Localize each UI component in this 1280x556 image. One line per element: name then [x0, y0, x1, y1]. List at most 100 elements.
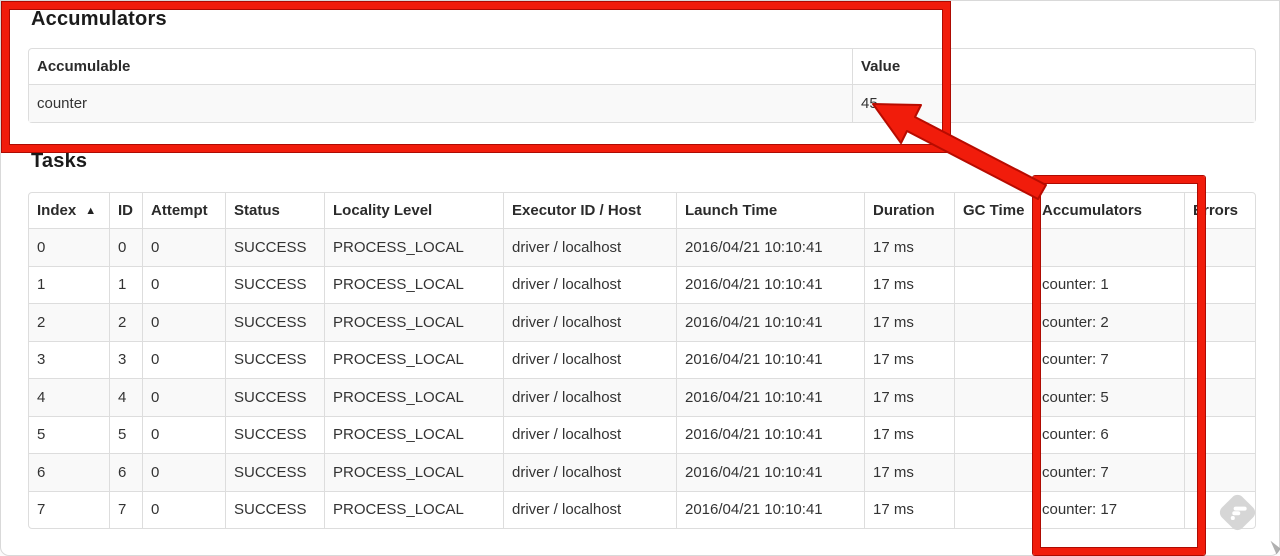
- task-cell-locality-level: PROCESS_LOCAL: [324, 265, 503, 303]
- task-cell-status: SUCCESS: [225, 415, 324, 453]
- tasks-column-header-attempt[interactable]: Attempt: [142, 193, 225, 228]
- accumulable-value-cell: 45: [852, 84, 1255, 122]
- task-cell-index: 5: [29, 415, 109, 454]
- task-cell-id: 7: [109, 490, 142, 528]
- task-cell-launch-time: 2016/04/21 10:10:41: [676, 378, 864, 416]
- sort-ascending-icon: ▲: [85, 205, 97, 217]
- spark-stage-page: Accumulators Accumulable Value counter 4…: [0, 0, 1280, 556]
- tasks-column-header-duration[interactable]: Duration: [864, 193, 954, 228]
- accumulator-row: counter 45: [29, 84, 1255, 122]
- task-cell-status: SUCCESS: [225, 228, 324, 266]
- task-cell-executor-id-host: driver / localhost: [503, 303, 676, 341]
- task-cell-accumulators: counter: 5: [1033, 378, 1184, 416]
- task-cell-status: SUCCESS: [225, 265, 324, 303]
- task-row: 6 6 0 SUCCESS PROCESS_LOCAL driver / localhos…: [29, 453, 1255, 491]
- task-cell-index: 6: [29, 453, 109, 491]
- tasks-table: Index ▲ ID Attempt Status Locality Level Execu…: [28, 192, 1256, 529]
- task-cell-attempt: 0: [142, 265, 225, 303]
- task-row: 5 5 0 SUCCESS PROCESS_LOCAL driver / localhos…: [29, 415, 1255, 454]
- task-cell-index: 3: [29, 340, 109, 379]
- task-cell-index: 1: [29, 265, 109, 304]
- task-cell-executor-id-host: driver / localhost: [503, 265, 676, 303]
- accumulators-section-heading: Accumulators: [31, 8, 167, 30]
- task-cell-attempt: 0: [142, 228, 225, 266]
- accumulable-name-cell: counter: [29, 84, 852, 122]
- task-cell-errors: [1184, 415, 1255, 453]
- task-cell-errors: [1184, 303, 1255, 341]
- task-cell-status: SUCCESS: [225, 490, 324, 528]
- task-cell-errors: [1184, 378, 1255, 416]
- task-cell-locality-level: PROCESS_LOCAL: [324, 378, 503, 416]
- task-cell-attempt: 0: [142, 303, 225, 341]
- task-cell-locality-level: PROCESS_LOCAL: [324, 453, 503, 491]
- task-cell-id: 4: [109, 378, 142, 416]
- task-cell-gc-time: [954, 340, 1033, 378]
- task-cell-accumulators: counter: 7: [1033, 340, 1184, 378]
- task-cell-errors: [1184, 265, 1255, 303]
- task-cell-gc-time: [954, 490, 1033, 528]
- task-cell-errors: [1184, 340, 1255, 378]
- watermark-mark: [1233, 506, 1247, 511]
- task-cell-index: 2: [29, 303, 109, 341]
- task-cell-status: SUCCESS: [225, 340, 324, 378]
- tasks-column-header-executor-id-host[interactable]: Executor ID / Host: [503, 193, 676, 228]
- task-cell-launch-time: 2016/04/21 10:10:41: [676, 415, 864, 453]
- task-cell-attempt: 0: [142, 340, 225, 378]
- task-cell-launch-time: 2016/04/21 10:10:41: [676, 303, 864, 341]
- task-cell-index: 4: [29, 378, 109, 416]
- task-cell-attempt: 0: [142, 490, 225, 528]
- task-cell-id: 1: [109, 265, 142, 303]
- task-cell-gc-time: [954, 453, 1033, 491]
- task-cell-index: 0: [29, 228, 109, 266]
- task-cell-id: 3: [109, 340, 142, 378]
- tasks-column-header-accumulators[interactable]: Accumulators: [1033, 193, 1184, 228]
- task-cell-duration: 17 ms: [864, 378, 954, 416]
- tasks-column-header-status[interactable]: Status: [225, 193, 324, 228]
- task-row: 7 7 0 SUCCESS PROCESS_LOCAL driver / localhos…: [29, 490, 1255, 529]
- task-cell-duration: 17 ms: [864, 228, 954, 266]
- task-cell-executor-id-host: driver / localhost: [503, 228, 676, 266]
- task-cell-launch-time: 2016/04/21 10:10:41: [676, 265, 864, 303]
- task-cell-accumulators: counter: 17: [1033, 490, 1184, 528]
- task-cell-executor-id-host: driver / localhost: [503, 415, 676, 453]
- task-row: 1 1 0 SUCCESS PROCESS_LOCAL driver / localhos…: [29, 265, 1255, 304]
- value-column-header: Value: [852, 49, 1255, 84]
- tasks-column-header-errors[interactable]: Errors: [1184, 193, 1255, 228]
- tasks-column-header-locality-level[interactable]: Locality Level: [324, 193, 503, 228]
- task-cell-duration: 17 ms: [864, 340, 954, 378]
- task-cell-launch-time: 2016/04/21 10:10:41: [676, 453, 864, 491]
- task-cell-locality-level: PROCESS_LOCAL: [324, 228, 503, 266]
- task-cell-gc-time: [954, 415, 1033, 453]
- tasks-column-header-index[interactable]: Index ▲: [29, 193, 109, 228]
- task-cell-locality-level: PROCESS_LOCAL: [324, 415, 503, 453]
- task-cell-attempt: 0: [142, 378, 225, 416]
- tasks-section-heading: Tasks: [31, 150, 88, 172]
- task-cell-id: 0: [109, 228, 142, 266]
- task-row: 4 4 0 SUCCESS PROCESS_LOCAL driver / localhos…: [29, 378, 1255, 416]
- task-cell-attempt: 0: [142, 415, 225, 453]
- task-cell-executor-id-host: driver / localhost: [503, 490, 676, 528]
- task-row: 2 2 0 SUCCESS PROCESS_LOCAL driver / localhos…: [29, 303, 1255, 341]
- tasks-column-header-launch-time[interactable]: Launch Time: [676, 193, 864, 228]
- task-cell-duration: 17 ms: [864, 265, 954, 303]
- task-cell-launch-time: 2016/04/21 10:10:41: [676, 228, 864, 266]
- cursor-artifact: [1266, 540, 1280, 555]
- task-cell-accumulators: counter: 2: [1033, 303, 1184, 341]
- task-cell-accumulators: counter: 7: [1033, 453, 1184, 491]
- tasks-column-header-id[interactable]: ID: [109, 193, 142, 228]
- tasks-column-header-gc-time[interactable]: GC Time: [954, 193, 1033, 228]
- task-cell-locality-level: PROCESS_LOCAL: [324, 340, 503, 378]
- task-cell-status: SUCCESS: [225, 303, 324, 341]
- task-cell-duration: 17 ms: [864, 490, 954, 528]
- task-cell-gc-time: [954, 378, 1033, 416]
- task-cell-errors: [1184, 453, 1255, 491]
- task-cell-gc-time: [954, 303, 1033, 341]
- task-cell-accumulators: counter: 6: [1033, 415, 1184, 453]
- task-cell-locality-level: PROCESS_LOCAL: [324, 303, 503, 341]
- watermark-mark: [1232, 511, 1241, 515]
- task-cell-duration: 17 ms: [864, 415, 954, 453]
- task-cell-locality-level: PROCESS_LOCAL: [324, 490, 503, 528]
- task-cell-index: 7: [29, 490, 109, 529]
- task-cell-id: 2: [109, 303, 142, 341]
- accumulable-column-header: Accumulable: [37, 58, 131, 75]
